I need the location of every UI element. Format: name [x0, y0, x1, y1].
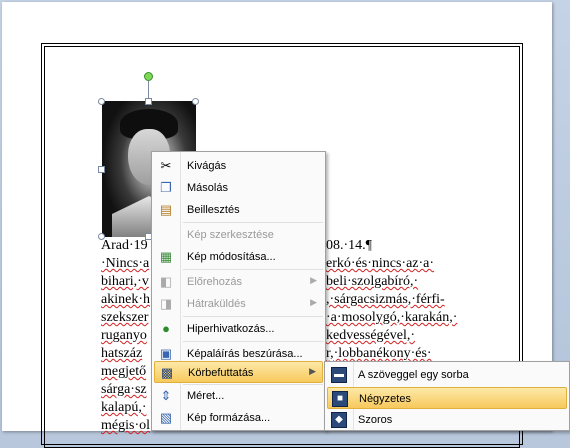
menu-item-label: Hátraküldés: [187, 298, 246, 310]
doc-line[interactable]: szekszer: [101, 310, 148, 326]
doc-line-fragment[interactable]: r,·lobbanékony·és·: [326, 346, 432, 362]
resize-handle-top-left[interactable]: [98, 98, 105, 105]
menu-item-label: Másolás: [187, 182, 228, 194]
menu-item-label: Kép szerkesztése: [187, 229, 274, 241]
menu-separator: [183, 316, 323, 317]
document-workspace: Arad·19 ·Nincs·a bihari,·v akinek·h szek…: [0, 0, 570, 448]
menu-item-label: Előrehozás: [187, 276, 243, 288]
submenu-item-inline-with-text[interactable]: ▬ A szöveggel egy sorba: [327, 364, 567, 386]
menu-separator: [183, 341, 323, 342]
text-wrapping-submenu: ▬ A szöveggel egy sorba ■ Négyzetes ◆ Sz…: [324, 361, 570, 431]
doc-line[interactable]: kalapú,·: [101, 400, 146, 416]
doc-line-fragment[interactable]: 08.·14.¶: [326, 238, 372, 254]
send-backward-icon: ◨: [159, 296, 173, 311]
doc-line[interactable]: Arad·19: [101, 238, 148, 254]
hyperlink-icon: ●: [162, 321, 170, 336]
menu-separator: [183, 269, 323, 270]
menu-item-hyperlink[interactable]: ● Hiperhivatkozás...: [154, 318, 323, 340]
rotation-handle[interactable]: [144, 72, 153, 81]
menu-item-label: Kép módosítása...: [187, 251, 276, 263]
caption-icon: ▣: [159, 346, 173, 361]
menu-item-format-picture[interactable]: ▧ Kép formázása...: [154, 407, 323, 429]
doc-line-fragment[interactable]: kedvességével,·: [326, 328, 415, 344]
change-picture-icon: ▦: [159, 249, 173, 264]
inline-with-text-icon: ▬: [331, 367, 347, 383]
menu-item-paste[interactable]: ▤ Beillesztés: [154, 199, 323, 221]
doc-line[interactable]: bihari,·v: [101, 274, 149, 290]
doc-line[interactable]: mégis·ol: [101, 418, 150, 434]
doc-line-fragment[interactable]: erkó·és·nincs·az·a·: [326, 256, 434, 272]
submenu-item-tight[interactable]: ◆ Szoros: [327, 409, 567, 431]
doc-line-fragment[interactable]: ,·sárgacsizmás,·férfi-: [326, 292, 445, 308]
menu-item-change-picture[interactable]: ▦ Kép módosítása...: [154, 246, 323, 268]
menu-item-label: Hiperhivatkozás...: [187, 323, 275, 335]
menu-item-label: Méret...: [187, 390, 225, 402]
menu-item-label: Képaláírás beszúrása...: [187, 348, 303, 360]
menu-item-label: Kép formázása...: [187, 412, 271, 424]
menu-item-size[interactable]: ⇕ Méret...: [154, 385, 323, 407]
resize-handle-left[interactable]: [98, 166, 105, 173]
size-icon: ⇕: [160, 388, 172, 403]
scissors-icon: ✂: [160, 158, 172, 173]
menu-item-label: Beillesztés: [187, 204, 240, 216]
doc-line[interactable]: ·Nincs·a: [101, 256, 149, 272]
submenu-item-label: Szoros: [358, 414, 393, 426]
menu-item-edit-picture[interactable]: Kép szerkesztése: [154, 224, 323, 246]
doc-line[interactable]: ruganyo: [101, 328, 147, 344]
doc-line[interactable]: sárga·sz: [101, 382, 147, 398]
submenu-arrow-icon: ▶: [309, 366, 316, 376]
menu-item-send-backward[interactable]: ◨ Hátraküldés ▶: [154, 293, 323, 315]
submenu-arrow-icon: ▶: [310, 275, 317, 285]
resize-handle-top[interactable]: [145, 98, 152, 105]
resize-handle-top-right[interactable]: [192, 98, 199, 105]
submenu-item-label: Négyzetes: [359, 393, 411, 405]
menu-item-copy[interactable]: ❐ Másolás: [154, 177, 323, 199]
menu-item-text-wrapping[interactable]: ▩ Körbefuttatás ▶: [154, 361, 323, 383]
doc-line-fragment[interactable]: ·a·mosolygó,·karakán,·: [326, 310, 457, 326]
bring-forward-icon: ◧: [159, 274, 173, 289]
format-picture-icon: ▧: [159, 410, 173, 425]
doc-line-fragment[interactable]: beli·szolgabíró,·: [326, 274, 418, 290]
doc-line[interactable]: megjető: [101, 364, 146, 380]
square-wrap-icon: ■: [332, 391, 348, 407]
submenu-arrow-icon: ▶: [310, 297, 317, 307]
menu-item-label: Körbefuttatás: [188, 367, 254, 379]
paste-icon: ▤: [159, 202, 173, 217]
menu-item-label: Kivágás: [187, 160, 227, 172]
submenu-item-square[interactable]: ■ Négyzetes: [327, 387, 567, 409]
tight-wrap-icon: ◆: [331, 412, 347, 428]
doc-line[interactable]: akinek·h: [101, 292, 150, 308]
submenu-item-label: A szöveggel egy sorba: [358, 369, 469, 381]
picture-context-menu: ✂ Kivágás ❐ Másolás ▤ Beillesztés Kép sz…: [151, 151, 326, 431]
menu-separator: [183, 222, 323, 223]
copy-icon: ❐: [160, 180, 172, 195]
menu-item-bring-forward[interactable]: ◧ Előrehozás ▶: [154, 271, 323, 293]
menu-item-cut[interactable]: ✂ Kivágás: [154, 155, 323, 177]
doc-line[interactable]: hatszáz: [101, 346, 142, 362]
text-wrap-icon: ▩: [160, 365, 174, 380]
